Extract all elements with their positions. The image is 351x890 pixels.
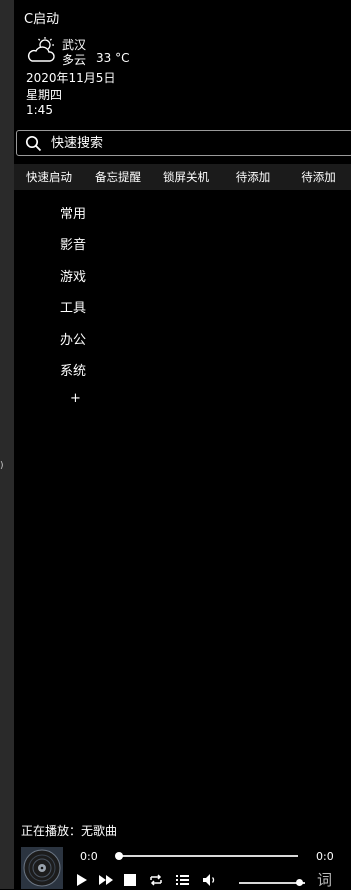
partly-cloudy-icon xyxy=(27,37,55,62)
category-common[interactable]: 常用 xyxy=(60,203,86,222)
current-time-label: 0:0 xyxy=(80,850,98,863)
volume-icon[interactable] xyxy=(202,873,218,887)
progress-slider[interactable] xyxy=(118,855,298,857)
tab-lock-shutdown[interactable]: 锁屏关机 xyxy=(152,164,220,190)
volume-slider-knob[interactable] xyxy=(296,879,303,886)
playlist-icon[interactable] xyxy=(175,873,190,887)
tab-quick-launch[interactable]: 快速启动 xyxy=(14,164,84,190)
search-input[interactable] xyxy=(51,134,341,152)
add-category-button[interactable]: + xyxy=(70,391,81,406)
search-box[interactable] xyxy=(16,130,351,156)
category-tools[interactable]: 工具 xyxy=(60,297,86,316)
tab-placeholder-2[interactable]: 待添加 xyxy=(286,164,351,190)
collapse-toggle[interactable]: ) xyxy=(0,461,4,471)
player-controls xyxy=(76,873,351,889)
launcher-panel: C启动 武汉 多云 33 °C 2020年11月5日 星期四 1:45 快速启动… xyxy=(14,0,351,889)
tab-bar: 快速启动 备忘提醒 锁屏关机 待添加 待添加 xyxy=(14,164,351,190)
category-office[interactable]: 办公 xyxy=(60,329,86,348)
left-edge-bar[interactable]: ) xyxy=(0,0,14,889)
category-media[interactable]: 影音 xyxy=(60,234,86,253)
date-label: 2020年11月5日 xyxy=(26,71,116,85)
progress-slider-knob[interactable] xyxy=(115,852,123,860)
category-games[interactable]: 游戏 xyxy=(60,266,86,285)
tab-memo-reminder[interactable]: 备忘提醒 xyxy=(84,164,152,190)
search-icon xyxy=(25,135,42,152)
tab-placeholder-1[interactable]: 待添加 xyxy=(220,164,286,190)
stop-icon[interactable] xyxy=(123,873,137,887)
now-playing-label: 正在播放：无歌曲 xyxy=(21,824,118,838)
lyrics-button[interactable]: 词 xyxy=(317,869,332,890)
time-label: 1:45 xyxy=(26,103,53,117)
weather-temperature: 33 °C xyxy=(96,51,130,65)
album-art-disc-icon[interactable] xyxy=(21,847,63,889)
play-icon[interactable] xyxy=(76,873,88,887)
fast-forward-icon[interactable] xyxy=(98,873,114,887)
repeat-icon[interactable] xyxy=(148,873,164,887)
total-time-label: 0:0 xyxy=(316,850,334,863)
category-system[interactable]: 系统 xyxy=(60,360,86,379)
weather-widget: 武汉 多云 33 °C 2020年11月5日 星期四 1:45 xyxy=(26,36,346,120)
weekday-label: 星期四 xyxy=(26,88,63,102)
app-title: C启动 xyxy=(24,12,60,27)
weather-condition: 多云 xyxy=(62,53,87,67)
